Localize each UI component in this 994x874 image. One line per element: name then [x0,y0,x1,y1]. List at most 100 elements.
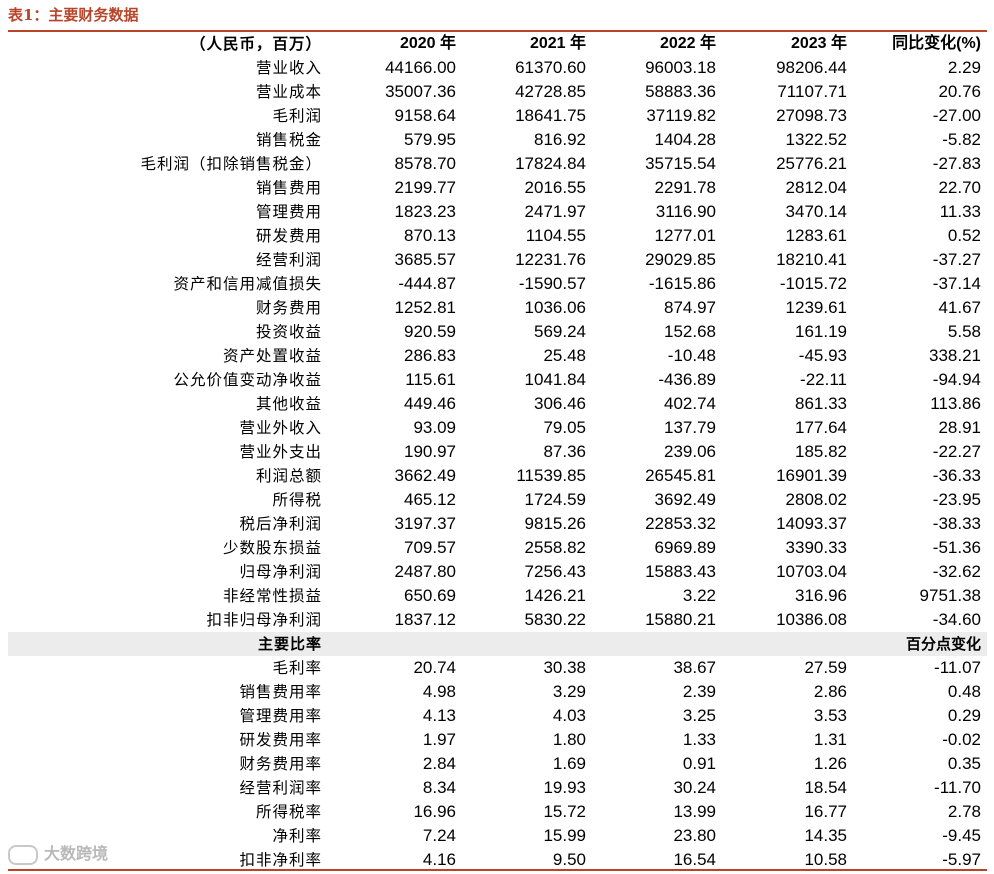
value-cell: 3.53 [813,706,847,725]
value-cell: -22.11 [800,370,847,389]
value-cell: 2812.04 [785,178,847,197]
value-cell: 30.38 [543,658,586,677]
value-cell: 0.48 [947,682,981,701]
value-cell: 23.80 [673,826,716,845]
value-cell: 4.98 [422,682,456,701]
value-cell: 152.68 [664,322,716,341]
value-cell: 15880.21 [645,610,716,629]
value-cell: 96003.18 [645,58,716,77]
value-cell: 3470.14 [785,202,847,221]
header-cell: 同比变化(%) [892,35,981,52]
row-label: 销售费用 [255,179,322,197]
value-cell: 8.34 [422,778,456,797]
value-cell: 449.46 [404,394,456,413]
value-cell: 306.46 [534,394,586,413]
value-cell: 3197.37 [394,514,456,533]
value-cell: -94.94 [932,370,981,389]
value-cell: 13.99 [673,802,716,821]
value-cell: 2558.82 [524,538,586,557]
value-cell: -37.14 [932,274,981,293]
value-cell: 2.86 [813,682,847,701]
value-cell: -36.33 [932,466,981,485]
value-cell: 650.69 [404,586,456,605]
table-row: 资产和信用减值损失 -444.87 -1590.57 -1615.86 -1015.72… [8,272,987,296]
value-cell: 1.31 [813,730,847,749]
table-row: 营业收入 44166.00 61370.60 96003.18 98206.44 2.29 [8,56,987,80]
value-cell: 44166.00 [385,58,456,77]
value-cell: 79.05 [543,418,586,437]
value-cell: 28.91 [938,418,981,437]
value-cell: 9751.38 [919,586,981,605]
value-cell: 2471.97 [524,202,586,221]
row-label: 销售税金 [255,131,322,149]
value-cell: 22.70 [938,178,981,197]
table-row: 毛利润（扣除销售税金） 8578.70 17824.84 35715.54 25776.… [8,152,987,176]
table-row: 财务费用率 2.84 1.69 0.91 1.26 0.35 [8,752,987,776]
value-cell: 38.67 [673,658,716,677]
value-cell: -38.33 [932,514,981,533]
table-row: 销售费用 2199.77 2016.55 2291.78 2812.04 22.70 [8,176,987,200]
row-label: 其他收益 [255,395,322,413]
row-label: 所得税率 [255,803,322,821]
value-cell: 35007.36 [385,82,456,101]
value-cell: 0.91 [682,754,716,773]
table-row: 扣非归母净利润 1837.12 5830.22 15880.21 10386.08 -34… [8,608,987,632]
value-cell: 2.84 [422,754,456,773]
value-cell: 1.33 [682,730,716,749]
value-cell: 9815.26 [524,514,586,533]
value-cell: 185.82 [795,442,847,461]
value-cell: 137.79 [664,418,716,437]
value-cell: 18.54 [804,778,847,797]
value-cell: 816.92 [534,130,586,149]
table-row: 毛利润 9158.64 18641.75 37119.82 27098.73 -27.00 [8,104,987,128]
value-cell: 338.21 [929,346,981,365]
value-cell: 20.76 [938,82,981,101]
table-row: 经营利润 3685.57 12231.76 29029.85 18210.41 -37.2… [8,248,987,272]
value-cell: 1823.23 [394,202,456,221]
value-cell: 18641.75 [515,106,586,125]
value-cell: 71107.71 [777,82,847,101]
value-cell: 1322.52 [785,130,847,149]
value-cell: 709.57 [404,538,456,557]
ratio-change-label: 百分点变化 [853,632,987,656]
row-label: 财务费用率 [239,755,322,773]
value-cell: -22.27 [932,442,981,461]
value-cell: 20.74 [413,658,456,677]
value-cell: 113.86 [930,394,981,413]
value-cell: 0.35 [947,754,981,773]
value-cell: 1277.01 [654,226,716,245]
value-cell: -444.87 [398,274,456,293]
value-cell: 861.33 [795,394,847,413]
table-row: 管理费用 1823.23 2471.97 3116.90 3470.14 11.33 [8,200,987,224]
header-cell: 2023 年 [790,35,847,52]
value-cell: -27.83 [932,154,981,173]
row-label: 毛利润（扣除销售税金） [140,155,322,173]
row-label: 管理费用 [255,203,322,221]
row-label: 研发费用 [255,227,322,245]
value-cell: 1426.21 [524,586,586,605]
row-label: 扣非归母净利润 [206,611,322,629]
row-label: 公允价值变动净收益 [173,371,322,389]
value-cell: 4.13 [422,706,456,725]
value-cell: 19.93 [543,778,586,797]
value-cell: 37119.82 [646,106,716,125]
value-cell: 16.96 [413,802,456,821]
value-cell: 1.26 [813,754,847,773]
value-cell: 27098.73 [776,106,847,125]
value-cell: 239.06 [664,442,716,461]
row-label: 管理费用率 [239,707,322,725]
row-label: 非经常性损益 [222,587,322,605]
value-cell: 10703.04 [776,562,847,581]
value-cell: -1615.86 [648,274,716,293]
value-cell: 1.80 [552,730,586,749]
value-cell: 18210.41 [776,250,847,269]
row-label: 经营利润 [255,251,322,269]
value-cell: 93.09 [413,418,456,437]
row-label: 毛利润 [272,107,322,125]
value-cell: 161.19 [795,322,847,341]
value-cell: 35715.54 [645,154,716,173]
value-cell: 15.72 [543,802,586,821]
value-cell: 286.83 [404,346,456,365]
table-row: 所得税 465.12 1724.59 3692.49 2808.02 -23.95 [8,488,987,512]
value-cell: 25776.21 [776,154,847,173]
